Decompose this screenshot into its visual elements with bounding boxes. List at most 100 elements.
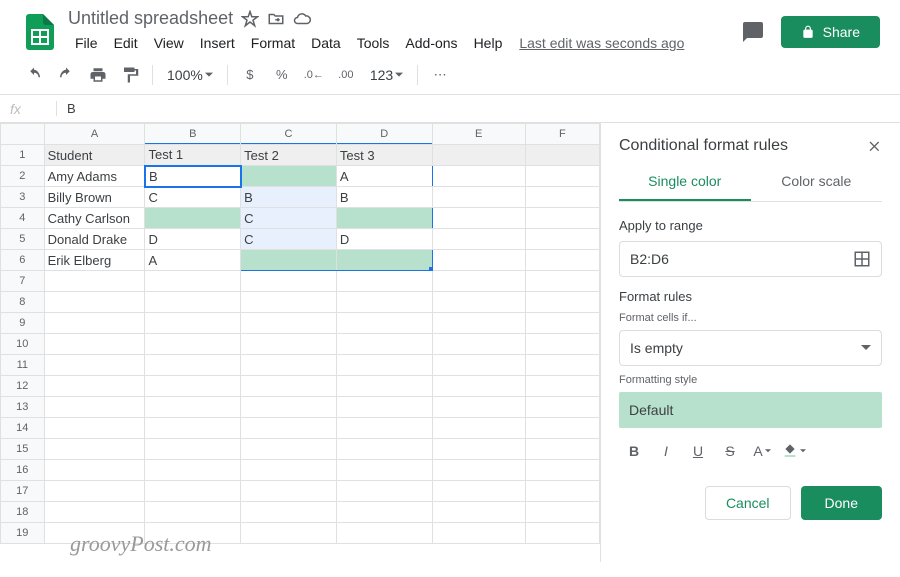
cell-F12[interactable]	[525, 376, 599, 397]
cell-A2[interactable]: Amy Adams	[44, 166, 145, 187]
style-preview[interactable]: Default	[619, 392, 882, 428]
cell-D7[interactable]	[336, 271, 432, 292]
col-header-A[interactable]: A	[44, 124, 145, 145]
formula-input[interactable]: B	[56, 101, 76, 116]
star-icon[interactable]	[241, 10, 259, 28]
cell-E9[interactable]	[432, 313, 525, 334]
cell-C4[interactable]: C	[241, 208, 337, 229]
redo-icon[interactable]	[52, 61, 80, 89]
cell-B18[interactable]	[145, 502, 241, 523]
cell-A12[interactable]	[44, 376, 145, 397]
menu-tools[interactable]: Tools	[350, 31, 397, 55]
cell-D2[interactable]: A	[336, 166, 432, 187]
row-header-3[interactable]: 3	[1, 187, 45, 208]
cell-C11[interactable]	[241, 355, 337, 376]
cell-D14[interactable]	[336, 418, 432, 439]
cell-E13[interactable]	[432, 397, 525, 418]
fill-color-button[interactable]	[779, 436, 809, 466]
cell-F13[interactable]	[525, 397, 599, 418]
cell-A10[interactable]	[44, 334, 145, 355]
cell-D15[interactable]	[336, 439, 432, 460]
currency-icon[interactable]: $	[236, 61, 264, 89]
menu-data[interactable]: Data	[304, 31, 348, 55]
cell-D16[interactable]	[336, 460, 432, 481]
cell-C3[interactable]: B	[241, 187, 337, 208]
cell-F15[interactable]	[525, 439, 599, 460]
cell-D10[interactable]	[336, 334, 432, 355]
cell-B16[interactable]	[145, 460, 241, 481]
row-header-13[interactable]: 13	[1, 397, 45, 418]
row-header-14[interactable]: 14	[1, 418, 45, 439]
row-header-16[interactable]: 16	[1, 460, 45, 481]
col-header-E[interactable]: E	[432, 124, 525, 145]
cell-D6[interactable]	[336, 250, 432, 271]
cell-E18[interactable]	[432, 502, 525, 523]
cell-C9[interactable]	[241, 313, 337, 334]
row-header-11[interactable]: 11	[1, 355, 45, 376]
text-color-button[interactable]: A	[747, 436, 777, 466]
row-header-9[interactable]: 9	[1, 313, 45, 334]
cell-E15[interactable]	[432, 439, 525, 460]
cell-B8[interactable]	[145, 292, 241, 313]
cell-E1[interactable]	[432, 145, 525, 166]
cell-A17[interactable]	[44, 481, 145, 502]
cell-D18[interactable]	[336, 502, 432, 523]
cell-C12[interactable]	[241, 376, 337, 397]
col-header-B[interactable]: B	[145, 124, 241, 145]
cell-E7[interactable]	[432, 271, 525, 292]
cell-E4[interactable]	[432, 208, 525, 229]
percent-icon[interactable]: %	[268, 61, 296, 89]
cell-C5[interactable]: C	[241, 229, 337, 250]
menu-format[interactable]: Format	[244, 31, 302, 55]
cell-C7[interactable]	[241, 271, 337, 292]
row-header-10[interactable]: 10	[1, 334, 45, 355]
cell-A6[interactable]: Erik Elberg	[44, 250, 145, 271]
cell-E3[interactable]	[432, 187, 525, 208]
move-icon[interactable]	[267, 10, 285, 28]
cell-A19[interactable]	[44, 523, 145, 544]
cell-A11[interactable]	[44, 355, 145, 376]
cell-B3[interactable]: C	[145, 187, 241, 208]
document-title[interactable]: Untitled spreadsheet	[68, 8, 233, 29]
cell-F11[interactable]	[525, 355, 599, 376]
row-header-2[interactable]: 2	[1, 166, 45, 187]
cell-B7[interactable]	[145, 271, 241, 292]
cell-E19[interactable]	[432, 523, 525, 544]
cell-F1[interactable]	[525, 145, 599, 166]
cell-D17[interactable]	[336, 481, 432, 502]
cell-F2[interactable]	[525, 166, 599, 187]
cell-B12[interactable]	[145, 376, 241, 397]
cell-C16[interactable]	[241, 460, 337, 481]
cell-A9[interactable]	[44, 313, 145, 334]
cell-C14[interactable]	[241, 418, 337, 439]
menu-addons[interactable]: Add-ons	[398, 31, 464, 55]
cell-A1[interactable]: Student	[44, 145, 145, 166]
cell-F17[interactable]	[525, 481, 599, 502]
tab-single-color[interactable]: Single color	[619, 163, 751, 201]
cell-A7[interactable]	[44, 271, 145, 292]
cell-B2[interactable]: B	[145, 166, 241, 187]
row-header-6[interactable]: 6	[1, 250, 45, 271]
cell-C18[interactable]	[241, 502, 337, 523]
close-icon[interactable]	[866, 138, 882, 154]
row-header-8[interactable]: 8	[1, 292, 45, 313]
cell-C10[interactable]	[241, 334, 337, 355]
cell-C8[interactable]	[241, 292, 337, 313]
menu-help[interactable]: Help	[467, 31, 510, 55]
cell-B9[interactable]	[145, 313, 241, 334]
cell-F4[interactable]	[525, 208, 599, 229]
row-header-5[interactable]: 5	[1, 229, 45, 250]
cell-C17[interactable]	[241, 481, 337, 502]
cell-B4[interactable]	[145, 208, 241, 229]
cell-F19[interactable]	[525, 523, 599, 544]
cell-D13[interactable]	[336, 397, 432, 418]
comment-icon[interactable]	[741, 20, 765, 44]
cell-F8[interactable]	[525, 292, 599, 313]
cell-A18[interactable]	[44, 502, 145, 523]
row-header-17[interactable]: 17	[1, 481, 45, 502]
cell-E11[interactable]	[432, 355, 525, 376]
menu-insert[interactable]: Insert	[193, 31, 242, 55]
zoom-select[interactable]: 100%	[161, 67, 219, 83]
cell-E16[interactable]	[432, 460, 525, 481]
cell-C2[interactable]	[241, 166, 337, 187]
